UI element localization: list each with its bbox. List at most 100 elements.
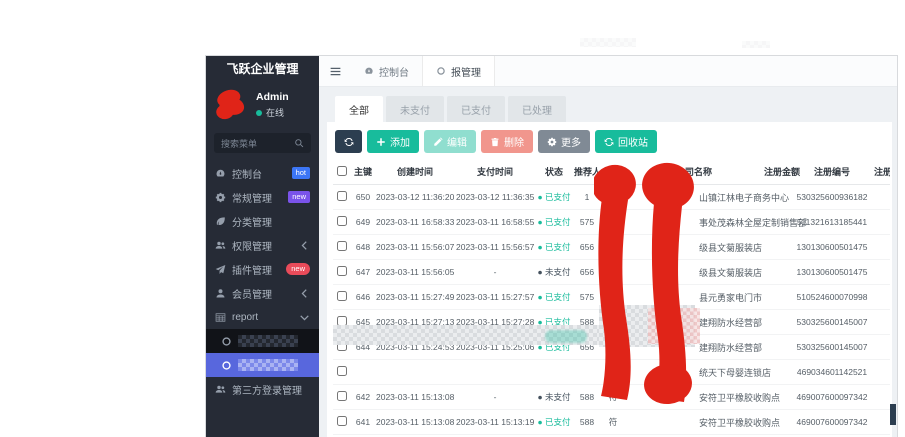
row-checkbox[interactable] — [337, 241, 347, 251]
filter-tab-已处理[interactable]: 已处理 — [508, 96, 566, 122]
column-header-推荐人[interactable]: 推荐人 — [573, 161, 601, 185]
status-dot-icon: ● — [537, 267, 545, 277]
table-row[interactable]: 650 2023-03-12 11:36:20 2023-03-12 11:36:3… — [333, 184, 890, 210]
table-row[interactable]: 644 2023-03-11 15:24:53 2023-03-11 15:25:0… — [333, 334, 890, 360]
row-checkbox[interactable] — [337, 391, 347, 401]
row-checkbox[interactable] — [337, 366, 347, 376]
column-header-公司名称[interactable]: 公司名称 — [625, 161, 763, 185]
sidebar-item-控制台[interactable]: 控制台 hot — [206, 161, 319, 185]
topbar: 控制台 报管理 — [319, 56, 897, 87]
sidebar-item-censored[interactable] — [206, 353, 319, 377]
row-checkbox[interactable] — [337, 316, 347, 326]
status-dot-icon: ● — [537, 317, 545, 327]
status-badge: ● 已支付 — [537, 192, 570, 202]
column-header-注册金额[interactable]: 注册金额 — [763, 161, 800, 185]
sidebar-item-权限管理[interactable]: 权限管理 — [206, 233, 319, 257]
censored-menu-label — [238, 335, 298, 347]
table-row[interactable]: 646 2023-03-11 15:27:49 2023-03-11 15:27:5… — [333, 284, 890, 310]
filter-tab-已支付[interactable]: 已支付 — [447, 96, 505, 122]
user-panel: Admin 在线 — [206, 81, 319, 130]
column-header-注册编号[interactable]: 注册编号 — [791, 161, 873, 185]
leaf-icon — [215, 216, 226, 227]
column-header-主键[interactable]: 主键 — [351, 161, 375, 185]
created-time — [375, 359, 455, 385]
legal-person: 符 — [601, 384, 625, 410]
table-row[interactable]: 642 2023-03-11 15:13:08- ● 未支付 588 符安符卫平橡胶收购… — [333, 384, 890, 410]
referrer: 575 — [573, 209, 601, 235]
status-cell: ● 已支付 — [535, 409, 573, 435]
table-row[interactable]: 648 2023-03-11 15:56:07 2023-03-11 15:56:5… — [333, 234, 890, 260]
row-checkbox[interactable] — [337, 341, 347, 351]
topbar-tab-报管理[interactable]: 报管理 — [422, 56, 495, 86]
sidebar-search-input[interactable]: 搜索菜单 — [214, 133, 311, 153]
referrer: 588 — [573, 409, 601, 435]
created-time: 2023-03-11 15:56:07 — [375, 234, 455, 260]
table-row[interactable]: 649 2023-03-11 16:58:33 2023-03-11 16:58:5… — [333, 209, 890, 235]
register-number: 530325600145007 — [791, 309, 873, 335]
active-page-button-clipped[interactable] — [890, 404, 896, 425]
register-amount — [763, 309, 791, 335]
recycle-bin-button[interactable]: 回收站 — [595, 130, 657, 153]
row-checkbox[interactable] — [337, 416, 347, 426]
sidebar-item-第三方登录管理[interactable]: 第三方登录管理 — [206, 377, 319, 401]
status-cell: ● 已支付 — [535, 184, 573, 210]
status-label: 已支付 — [544, 342, 571, 352]
add-button[interactable]: 添加 — [367, 130, 419, 153]
table-row[interactable]: 647 2023-03-11 15:56:05- ● 未支付 656 李级县文菊服装店 1… — [333, 259, 890, 285]
table-row[interactable]: 645 2023-03-11 15:27:13 2023-03-11 15:27:2… — [333, 309, 890, 335]
sidebar-toggle-button[interactable] — [319, 56, 351, 86]
circle-o-icon — [221, 360, 232, 371]
filter-tab-未支付[interactable]: 未支付 — [386, 96, 444, 122]
column-header-状态[interactable]: 状态 — [535, 161, 573, 185]
column-header-注册时间[interactable]: 注册时间 — [873, 161, 890, 185]
recycle-icon — [604, 137, 614, 147]
table-icon — [215, 312, 226, 323]
paid-time: - — [455, 384, 535, 410]
avatar — [214, 87, 248, 123]
sidebar-item-分类管理[interactable]: 分类管理 — [206, 209, 319, 233]
row-id — [351, 359, 375, 385]
referrer: 656 — [573, 259, 601, 285]
status-cell: ● 已支付 — [535, 334, 573, 360]
row-id: 648 — [351, 234, 375, 260]
select-all-checkbox[interactable] — [337, 165, 347, 176]
company-name: 安符卫平橡胶收购点 — [625, 409, 780, 435]
row-id: 646 — [351, 284, 375, 310]
created-time: 2023-03-11 15:13:08 — [375, 409, 455, 435]
row-checkbox[interactable] — [337, 266, 347, 276]
register-time: - — [873, 309, 890, 335]
topbar-tab-控制台[interactable]: 控制台 — [351, 56, 422, 86]
filter-tab-全部[interactable]: 全部 — [335, 96, 383, 122]
delete-button[interactable]: 删除 — [481, 130, 533, 153]
status-badge: ● 已支付 — [537, 417, 570, 427]
sidebar-item-label: 分类管理 — [232, 217, 272, 229]
status-dot-icon: ● — [537, 292, 545, 302]
badge-new: new — [288, 191, 310, 203]
more-button[interactable]: 更多 — [538, 130, 590, 153]
table-row[interactable]: 641 2023-03-11 15:13:08 2023-03-11 15:13:1… — [333, 409, 890, 435]
sidebar: 飞跃企业管理 Admin 在线 搜索菜单 控制台 hot 常规管理 new 分类… — [206, 56, 319, 437]
sidebar-item-label: 第三方登录管理 — [232, 385, 302, 397]
legal-person: 赵 — [601, 284, 625, 310]
dashboard-icon — [364, 66, 374, 76]
row-checkbox[interactable] — [337, 191, 347, 201]
column-header-创建时间[interactable]: 创建时间 — [375, 161, 455, 185]
created-time: 2023-03-11 16:58:33 — [375, 209, 455, 235]
sidebar-item-会员管理[interactable]: 会员管理 — [206, 281, 319, 305]
column-header-支付时间[interactable]: 支付时间 — [455, 161, 535, 185]
created-time: 2023-03-11 15:24:53 — [375, 334, 455, 360]
edit-button[interactable]: 编辑 — [424, 130, 476, 153]
table-row-censored[interactable]: 统天下母婴连锁店 469034601142521- — [333, 359, 890, 385]
sidebar-item-censored[interactable] — [206, 329, 319, 353]
paid-time: 2023-03-11 16:58:55 — [455, 209, 535, 235]
refresh-button[interactable] — [335, 130, 362, 153]
row-checkbox[interactable] — [337, 216, 347, 226]
sidebar-item-常规管理[interactable]: 常规管理 new — [206, 185, 319, 209]
sidebar-item-report[interactable]: report — [206, 305, 319, 329]
row-checkbox[interactable] — [337, 291, 347, 301]
status-badge: ● 未支付 — [537, 267, 570, 277]
sidebar-item-插件管理[interactable]: 插件管理 new — [206, 257, 319, 281]
search-icon — [294, 138, 304, 148]
circle-o-icon — [436, 66, 446, 76]
column-header-法人[interactable]: 法人 — [601, 161, 625, 185]
